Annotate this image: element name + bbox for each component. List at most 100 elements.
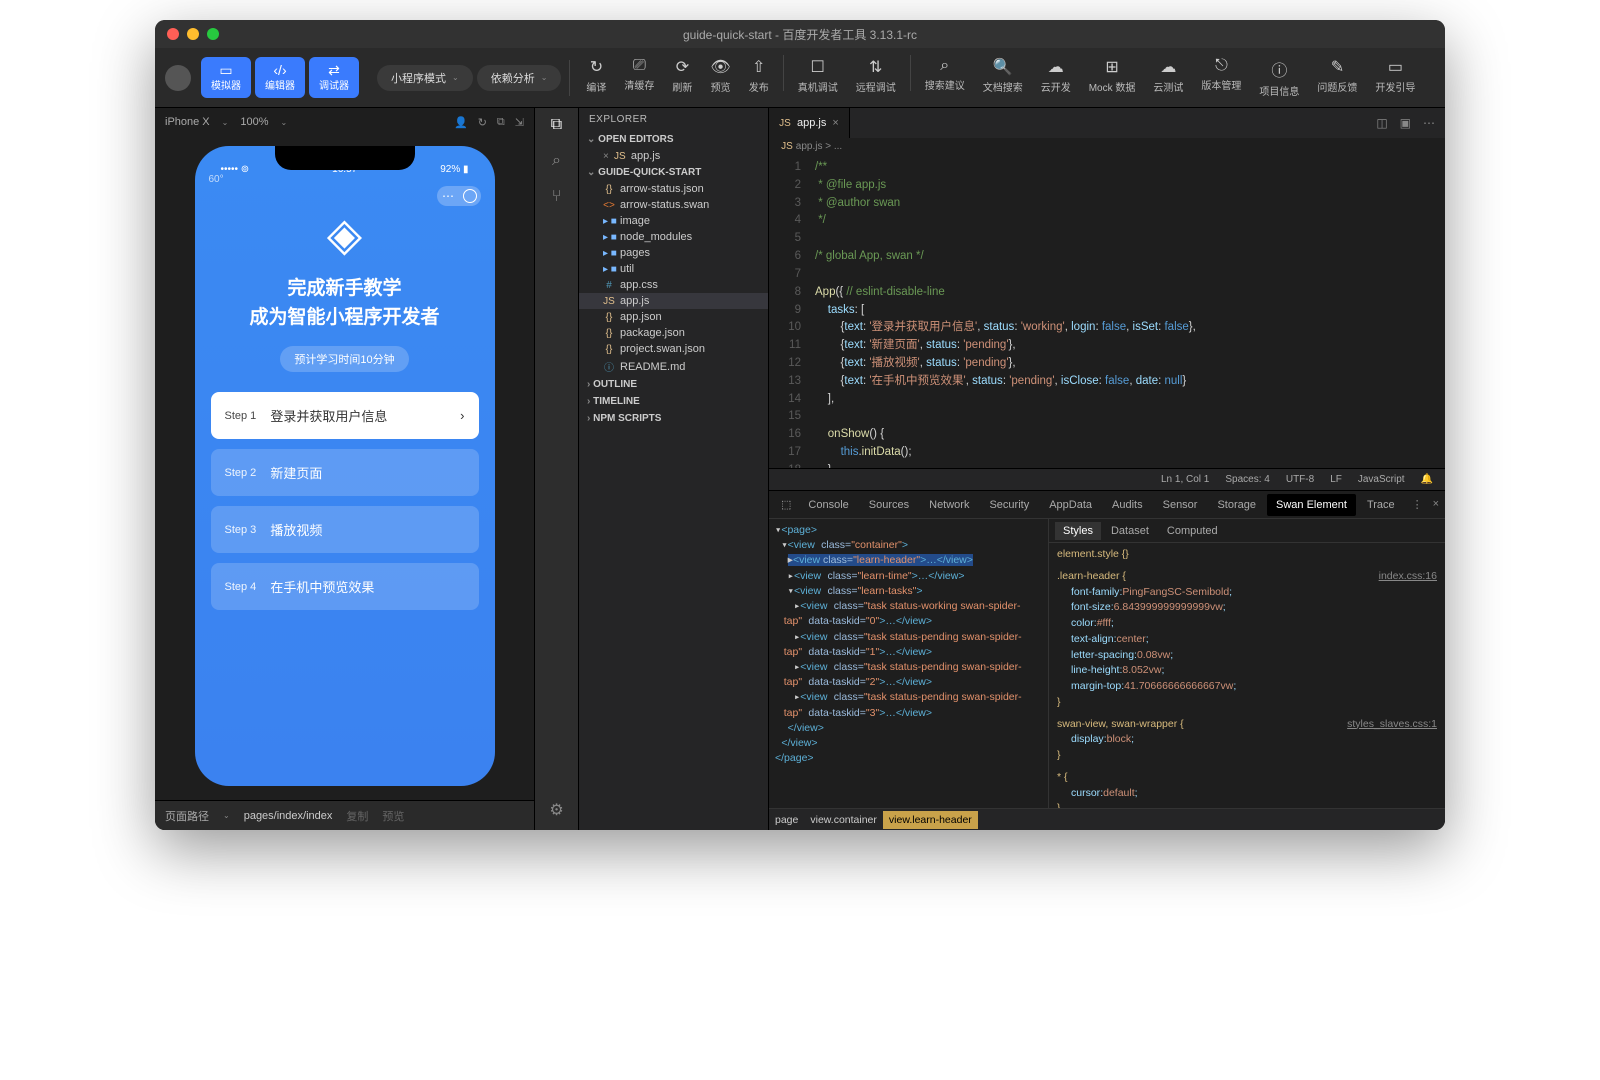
toolbar-Mock 数据[interactable]: ⊞Mock 数据 [1081, 55, 1144, 100]
git-icon[interactable]: ⑂ [552, 188, 562, 206]
encoding[interactable]: UTF-8 [1286, 474, 1314, 485]
devtab-Sensor[interactable]: Sensor [1154, 494, 1207, 516]
toolbar-清缓存[interactable]: ⎚清缓存 [616, 55, 662, 100]
rotate-icon[interactable]: ↻ [478, 116, 487, 129]
eol[interactable]: LF [1330, 474, 1342, 485]
file-item[interactable]: {} arrow-status.json [579, 181, 768, 197]
device-select[interactable]: iPhone X [165, 116, 210, 128]
dependency-dropdown[interactable]: 依赖分析⌄ [477, 65, 562, 91]
folder-item[interactable]: ▸ ■ pages [579, 245, 768, 261]
step-card[interactable]: Step 1登录并获取用户信息› [211, 392, 479, 439]
file-item[interactable]: <> arrow-status.swan [579, 197, 768, 213]
step-card[interactable]: Step 4在手机中预览效果 [211, 563, 479, 610]
toolbar-版本管理[interactable]: ⎋版本管理 [1193, 55, 1249, 100]
gear-icon[interactable]: ⚙ [549, 800, 563, 820]
toolbar-编译[interactable]: ↻编译 [578, 55, 614, 100]
mode-dropdown[interactable]: 小程序模式⌄ [377, 65, 473, 91]
toolbar-真机调试[interactable]: ☐真机调试 [790, 55, 846, 100]
file-item[interactable]: ⓘ README.md [579, 357, 768, 376]
toolbar-项目信息[interactable]: ⓘ项目信息 [1251, 55, 1307, 100]
devtab-Security[interactable]: Security [980, 494, 1038, 516]
devtab-Sources[interactable]: Sources [860, 494, 918, 516]
npm-section[interactable]: NPM SCRIPTS [579, 410, 768, 427]
folder-item[interactable]: ▸ ■ node_modules [579, 229, 768, 245]
capsule[interactable]: ⋯ [437, 186, 481, 206]
devtab-Network[interactable]: Network [920, 494, 978, 516]
detach-icon[interactable]: ⇲ [515, 116, 524, 129]
open-editors-section[interactable]: OPEN EDITORS [579, 131, 768, 148]
search-icon[interactable]: ⌕ [552, 152, 561, 170]
styles-tab-Styles[interactable]: Styles [1055, 522, 1101, 540]
toolbar-问题反馈[interactable]: ✎问题反馈 [1309, 55, 1365, 100]
avatar[interactable] [165, 65, 191, 91]
step-card[interactable]: Step 2新建页面 [211, 449, 479, 496]
files-icon[interactable]: ⧉ [551, 116, 562, 134]
toolbar-开发引导[interactable]: ▭开发引导 [1367, 55, 1423, 100]
bell-icon[interactable]: 🔔 [1421, 474, 1433, 485]
editor-tab[interactable]: JSapp.js× [769, 108, 850, 138]
titlebar: guide-quick-start - 百度开发者工具 3.13.1-rc [155, 20, 1445, 48]
more-icon[interactable]: ⋮ [1412, 498, 1423, 511]
file-item[interactable]: {} app.json [579, 309, 768, 325]
devtab-Swan Element[interactable]: Swan Element [1267, 494, 1356, 516]
zoom-select[interactable]: 100% [240, 116, 268, 128]
devtab-Audits[interactable]: Audits [1103, 494, 1152, 516]
user-icon[interactable]: 👤 [454, 116, 468, 129]
toolbar-搜索建议[interactable]: ⌕搜索建议 [917, 55, 973, 100]
toolbar-远程调试[interactable]: ⇅远程调试 [848, 55, 904, 100]
step-card[interactable]: Step 3播放视频 [211, 506, 479, 553]
toolbar-刷新[interactable]: ⟳刷新 [664, 55, 700, 100]
indent[interactable]: Spaces: 4 [1225, 474, 1269, 485]
chevron-down-icon: ⌄ [452, 73, 459, 82]
file-item[interactable]: JS app.js [579, 293, 768, 309]
simulator-button[interactable]: ▭模拟器 [201, 57, 251, 98]
project-section[interactable]: GUIDE-QUICK-START [579, 164, 768, 181]
more-icon[interactable]: ⋯ [1423, 116, 1435, 130]
zoom-icon[interactable] [207, 28, 219, 40]
cursor-pos[interactable]: Ln 1, Col 1 [1161, 474, 1209, 485]
layout-icon[interactable]: ▣ [1400, 116, 1411, 130]
inspect-icon[interactable]: ⬚ [775, 498, 797, 511]
split-icon[interactable]: ◫ [1376, 116, 1387, 130]
status-bar: Ln 1, Col 1 Spaces: 4 UTF-8 LF JavaScrip… [769, 468, 1445, 490]
devtab-Trace[interactable]: Trace [1358, 494, 1404, 516]
toolbar-云测试[interactable]: ☁云测试 [1145, 55, 1191, 100]
minimize-icon[interactable] [187, 28, 199, 40]
styles-tab-Computed[interactable]: Computed [1159, 522, 1226, 540]
breadcrumb[interactable]: JS app.js > ... [769, 138, 1445, 155]
main-toolbar: ▭模拟器 ‹/›编辑器 ⇄调试器 小程序模式⌄ 依赖分析⌄ ↻编译⎚清缓存⟳刷新… [155, 48, 1445, 108]
copy-button[interactable]: 复制 [346, 808, 368, 824]
toolbar-预览[interactable]: 👁预览 [702, 55, 738, 100]
open-editor-file[interactable]: ×JSapp.js [579, 148, 768, 164]
folder-item[interactable]: ▸ ■ image [579, 213, 768, 229]
language[interactable]: JavaScript [1358, 474, 1405, 485]
outline-section[interactable]: OUTLINE [579, 376, 768, 393]
devtab-AppData[interactable]: AppData [1040, 494, 1101, 516]
simulator-bar: iPhone X ⌄ 100% ⌄ 👤 ↻ ⧉ ⇲ [155, 108, 534, 136]
file-item[interactable]: {} project.swan.json [579, 341, 768, 357]
toolbar-发布[interactable]: ⇧发布 [741, 55, 777, 100]
close-icon[interactable] [167, 28, 179, 40]
styles-pane: StylesDatasetComputed element.style {}.l… [1049, 519, 1445, 808]
dom-tree[interactable]: ▾<page> ▾<view class="container"> ▸<view… [769, 519, 1049, 808]
file-item[interactable]: # app.css [579, 277, 768, 293]
preview-button[interactable]: 预览 [382, 808, 404, 824]
simulator-footer: 页面路径⌄ pages/index/index 复制 预览 [155, 800, 534, 830]
close-icon[interactable]: × [1433, 498, 1439, 511]
code-editor[interactable]: 12345678910111213141516171819202122 /** … [769, 155, 1445, 468]
styles-tab-Dataset[interactable]: Dataset [1103, 522, 1157, 540]
file-item[interactable]: {} package.json [579, 325, 768, 341]
devtab-Console[interactable]: Console [799, 494, 857, 516]
page-path[interactable]: pages/index/index [244, 810, 333, 822]
close-icon[interactable]: × [832, 117, 838, 129]
toolbar-文档搜索[interactable]: 🔍文档搜索 [975, 55, 1031, 100]
screenshot-icon[interactable]: ⧉ [497, 116, 505, 129]
folder-item[interactable]: ▸ ■ util [579, 261, 768, 277]
timeline-section[interactable]: TIMELINE [579, 393, 768, 410]
editor-button[interactable]: ‹/›编辑器 [255, 57, 305, 98]
debugger-button[interactable]: ⇄调试器 [309, 57, 359, 98]
dom-breadcrumb[interactable]: pageview.containerview.learn-header [769, 808, 1445, 830]
devtab-Storage[interactable]: Storage [1208, 494, 1265, 516]
activity-bar: ⧉ ⌕ ⑂ ⚙ [535, 108, 579, 830]
toolbar-云开发[interactable]: ☁云开发 [1033, 55, 1079, 100]
